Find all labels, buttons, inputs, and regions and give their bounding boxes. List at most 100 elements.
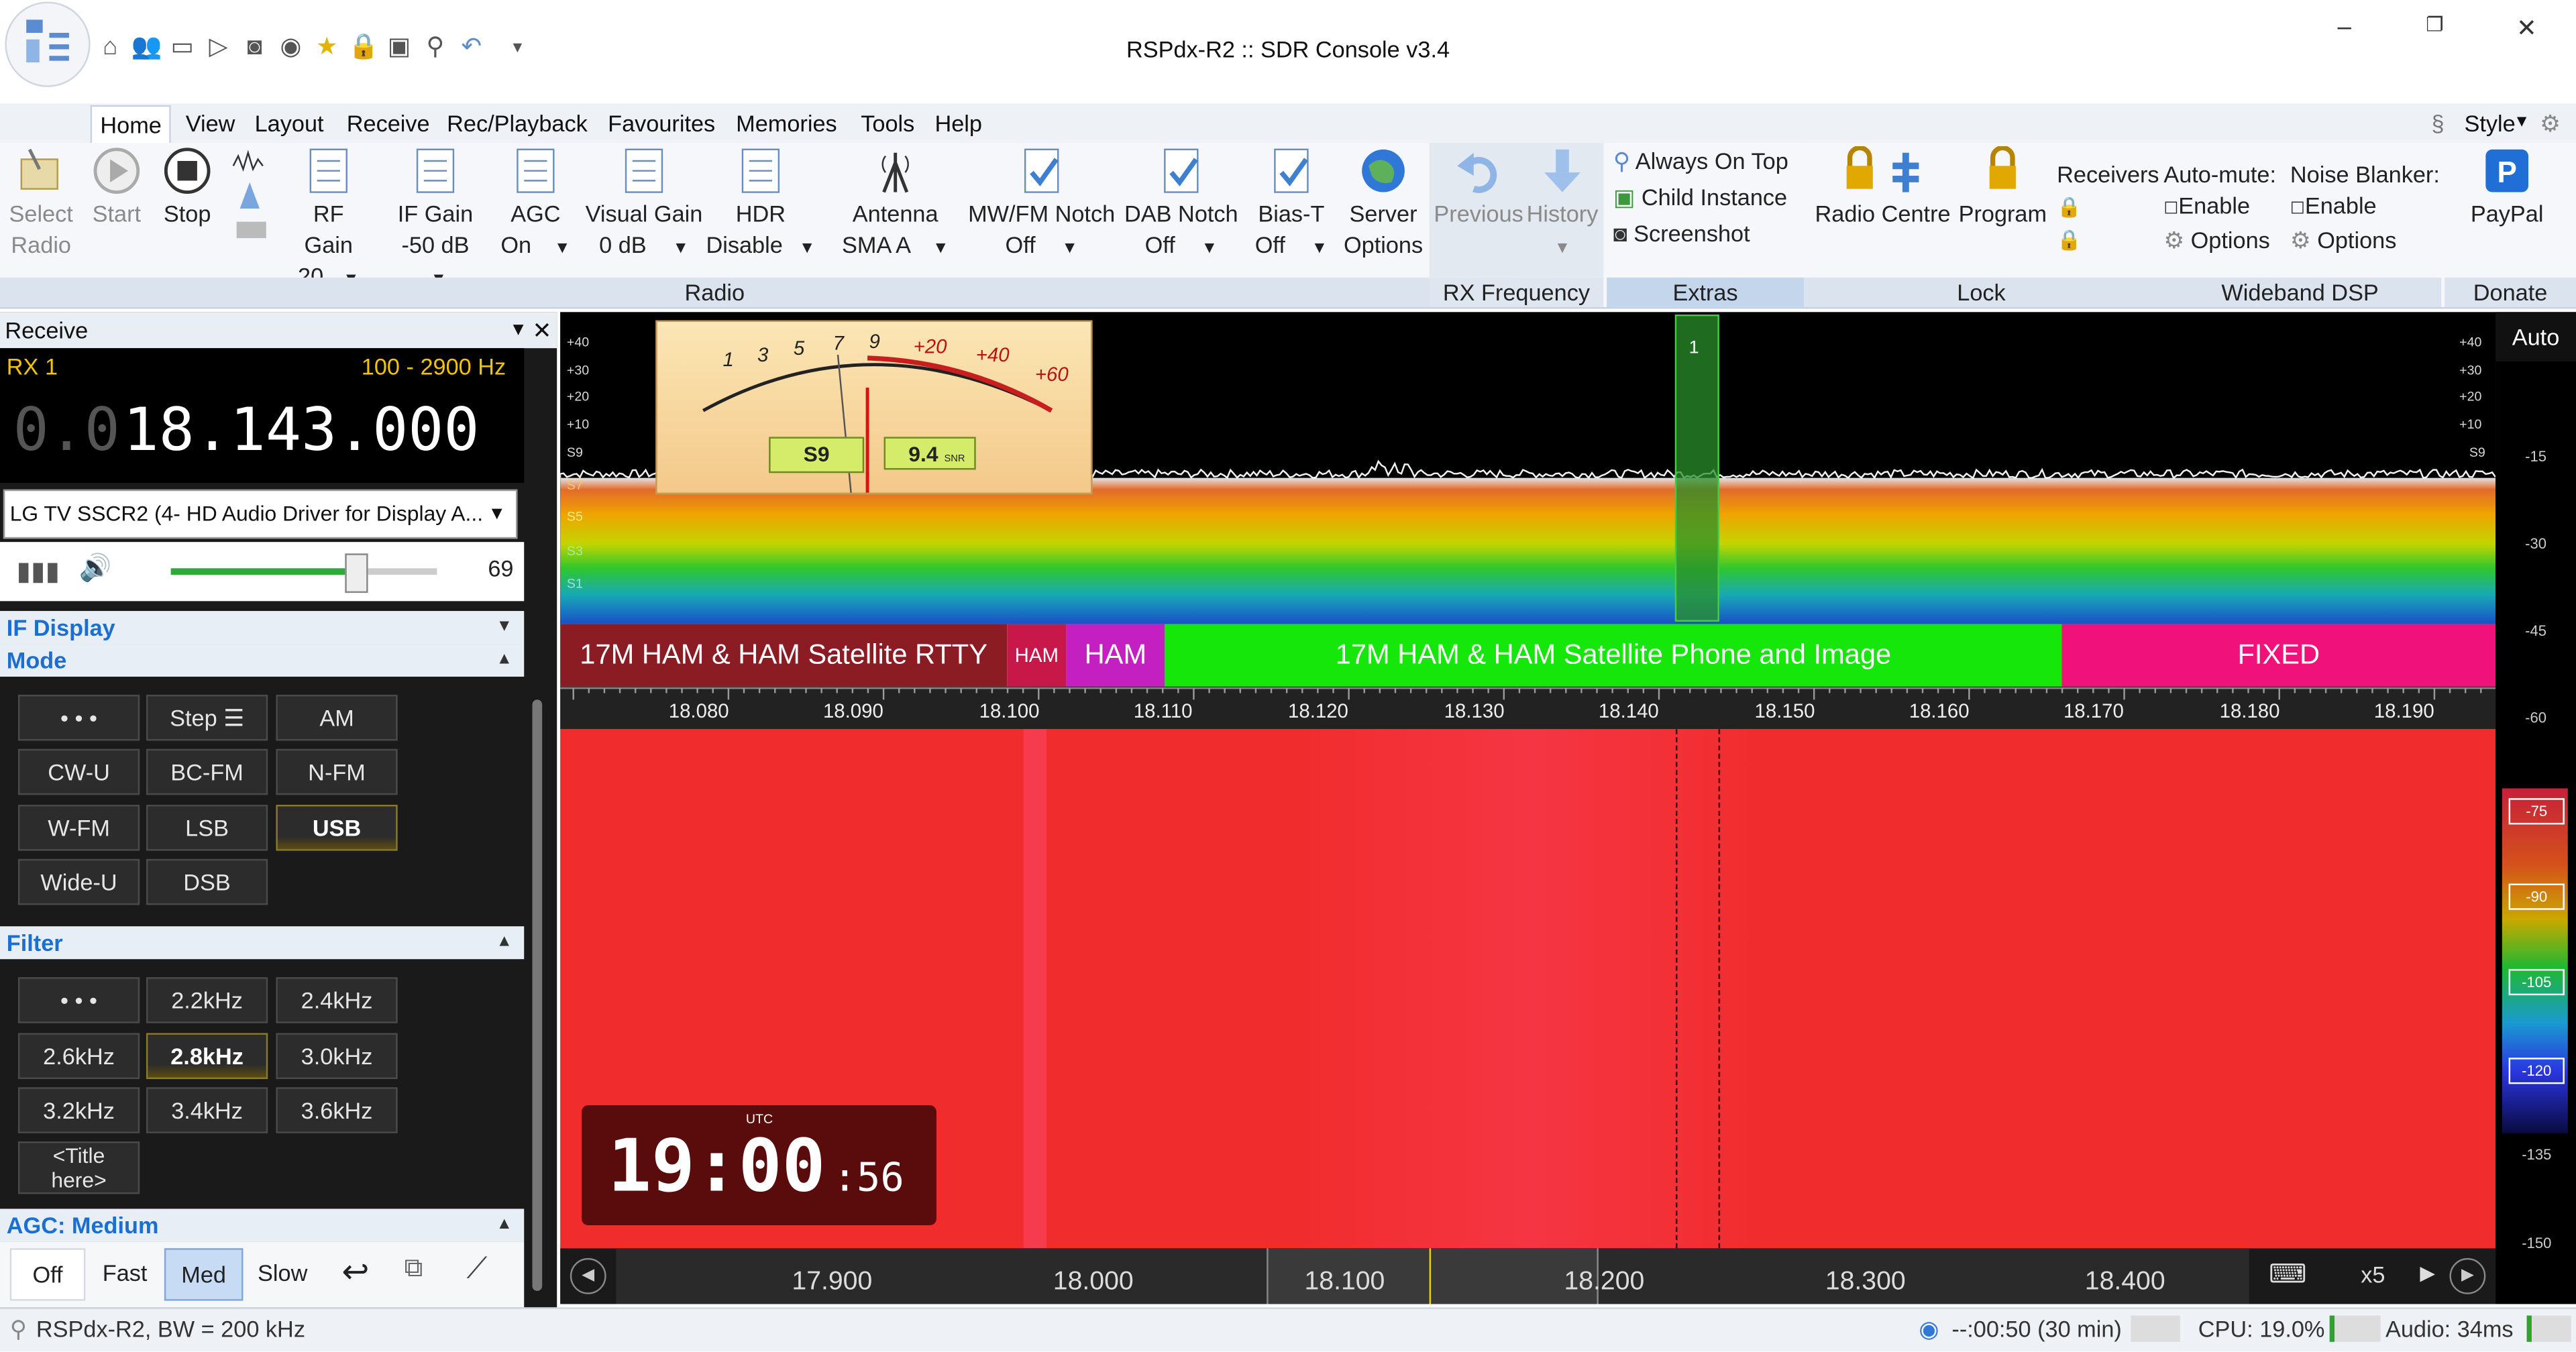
settings-gear-icon[interactable]: ⚙	[2540, 110, 2561, 138]
filter-2-2khz-button[interactable]: 2.2kHz	[146, 977, 268, 1023]
panel-dropdown-icon[interactable]: ▼	[509, 312, 527, 348]
undo-arrow-icon[interactable]: ↩	[341, 1251, 369, 1292]
mode-more-button[interactable]: • • •	[17, 694, 140, 741]
filter-3-2khz-button[interactable]: 3.2kHz	[17, 1087, 140, 1133]
scroll-right-icon[interactable]: ▶	[2449, 1257, 2486, 1294]
volume-slider[interactable]	[170, 553, 437, 594]
menu-home[interactable]: Home	[90, 105, 172, 145]
if-gain-button[interactable]: IF Gain-50 dB ▼	[391, 146, 480, 296]
frequency-scale[interactable]: 18.080 18.090 18.100 18.110 18.120 18.13…	[560, 686, 2498, 730]
audio-tools-icons[interactable]	[230, 150, 273, 248]
zoom-next-icon[interactable]: ▶	[2420, 1261, 2435, 1284]
overview-scale[interactable]: ◀ 17.900 18.000 18.100 18.200 18.300 18.…	[560, 1248, 2496, 1304]
close-icon[interactable]: ✕	[2502, 13, 2551, 46]
minimize-icon[interactable]: –	[2320, 13, 2369, 46]
menu-memories[interactable]: Memories	[736, 110, 837, 136]
filter-2-8khz-button[interactable]: 2.8kHz	[146, 1033, 268, 1079]
menu-help[interactable]: Help	[934, 110, 982, 136]
mode-cwu-button[interactable]: CW-U	[17, 748, 140, 795]
receivers-button[interactable]: Receivers 🔒 🔒	[2057, 160, 2159, 256]
mode-wfm-button[interactable]: W-FM	[17, 805, 140, 851]
filter-more-button[interactable]: • • •	[17, 977, 140, 1023]
agc-off-button[interactable]: Off	[9, 1248, 86, 1301]
mwfm-notch-button[interactable]: MW/FM Notch Off ▼	[963, 146, 1120, 264]
automute-checkbox[interactable]: ☐	[2163, 201, 2178, 219]
rf-gain-button[interactable]: RF Gain20 ▼	[286, 146, 371, 296]
restore-icon[interactable]: ❐	[2410, 13, 2459, 46]
speaker-icon[interactable]: 🔊	[79, 552, 112, 585]
filter-3-0khz-button[interactable]: 3.0kHz	[276, 1033, 398, 1079]
mode-section[interactable]: Mode ▲	[0, 644, 525, 677]
radio-centre-button[interactable]: Radio Centre	[1814, 146, 1952, 230]
if-display-section[interactable]: IF Display ▼	[0, 611, 525, 644]
program-button[interactable]: Program	[1955, 146, 2050, 230]
filter-3-4khz-button[interactable]: 3.4kHz	[146, 1087, 268, 1133]
style-menu[interactable]: Style	[2464, 110, 2515, 136]
filter-3-6khz-button[interactable]: 3.6kHz	[276, 1087, 398, 1133]
menu-tools[interactable]: Tools	[861, 110, 914, 136]
band-rtty[interactable]: 17M HAM & HAM Satellite RTTY	[560, 624, 1008, 687]
overview-bar[interactable]: 17.900 18.000 18.100 18.200 18.300 18.40…	[616, 1248, 2249, 1304]
child-instance-button[interactable]: ▣ Child Instance	[1613, 182, 1787, 214]
mode-nfm-button[interactable]: N-FM	[276, 748, 398, 795]
agc-button[interactable]: AGC On ▼	[498, 146, 574, 264]
noise-blanker-enable[interactable]: Enable	[2305, 192, 2377, 219]
band-ham-1[interactable]: HAM	[1007, 624, 1067, 687]
menu-rec-playback[interactable]: Rec/Playback	[447, 110, 588, 136]
panel-scrollbar[interactable]	[532, 699, 543, 1291]
agc-settings-icon[interactable]: ⧉	[404, 1255, 423, 1284]
style-dropdown-icon[interactable]: ▼	[2514, 113, 2530, 131]
filter-section[interactable]: Filter ▲	[0, 926, 525, 960]
filter-2-6khz-button[interactable]: 2.6kHz	[17, 1033, 140, 1079]
band-phone-image[interactable]: 17M HAM & HAM Satellite Phone and Image	[1165, 624, 2062, 687]
dab-notch-button[interactable]: DAB Notch Off ▼	[1120, 146, 1242, 264]
volume-thumb[interactable]	[344, 553, 368, 594]
levels-icon[interactable]: ▮▮▮	[16, 555, 60, 588]
graph-icon[interactable]: ⟋	[467, 1251, 488, 1286]
automute-enable[interactable]: Enable	[2178, 192, 2250, 219]
mode-lsb-button[interactable]: LSB	[146, 805, 268, 851]
menu-layout[interactable]: Layout	[255, 110, 324, 136]
band-ham-2[interactable]: HAM	[1066, 624, 1165, 687]
menu-receive[interactable]: Receive	[347, 110, 430, 136]
agc-fast-button[interactable]: Fast	[89, 1248, 161, 1297]
mode-step-button[interactable]: Step ☰	[146, 694, 268, 741]
automute-options[interactable]: Options	[2191, 227, 2270, 253]
mode-am-button[interactable]: AM	[276, 694, 398, 741]
audio-device-select[interactable]: LG TV SSCR2 (4- HD Audio Driver for Disp…	[3, 489, 518, 539]
bias-t-button[interactable]: Bias-T Off ▼	[1245, 146, 1337, 264]
visual-gain-button[interactable]: Visual Gain 0 dB ▼	[583, 146, 704, 264]
mode-dsb-button[interactable]: DSB	[146, 858, 268, 905]
always-on-top-button[interactable]: ⚲ Always On Top	[1613, 146, 1788, 178]
auto-scale-button[interactable]: Auto	[2496, 312, 2576, 361]
antenna-button[interactable]: Antenna SMA A ▼	[838, 146, 953, 264]
mode-bcfm-button[interactable]: BC-FM	[146, 748, 268, 795]
agc-slow-button[interactable]: Slow	[246, 1248, 319, 1297]
menu-view[interactable]: View	[186, 110, 235, 136]
rx-filter-marker[interactable]	[1674, 314, 1719, 622]
noise-blanker-checkbox[interactable]: ☐	[2290, 201, 2305, 219]
panel-close-icon[interactable]: ✕	[532, 312, 551, 348]
mode-wideu-button[interactable]: Wide-U	[17, 858, 140, 905]
server-options-button[interactable]: Server Options	[1337, 146, 1429, 261]
vfo-display[interactable]: RX 1 100 - 2900 Hz 0.0 18.143.000	[0, 348, 525, 484]
screenshot-button[interactable]: ◙ Screenshot	[1613, 219, 1750, 250]
keyboard-icon[interactable]: ⌨	[2269, 1258, 2307, 1291]
agc-section[interactable]: AGC: Medium ▲	[0, 1208, 525, 1242]
scroll-left-icon[interactable]: ◀	[570, 1257, 606, 1294]
s-meter[interactable]: 1 3 5 7 9 +20 +40 +60 S9 9.4 SNR	[655, 320, 1093, 495]
select-radio-button[interactable]: Select Radio	[7, 146, 76, 261]
db-scale-bar[interactable]: Auto -15 -30 -45 -60 -75 -90 -105 -120 -…	[2496, 312, 2576, 1304]
spectrum-display[interactable]: +40 +30 +20 +10 S9 S7 S5 S3 S1 +40 +30 +…	[560, 312, 2496, 624]
previous-button[interactable]: Previous	[1433, 146, 1525, 230]
filter-2-4khz-button[interactable]: 2.4kHz	[276, 977, 398, 1023]
hdr-button[interactable]: HDR Disable ▼	[702, 146, 820, 264]
frequency-display[interactable]: 18.143.000	[123, 398, 480, 465]
zoom-level[interactable]: x5	[2361, 1261, 2385, 1288]
history-button[interactable]: History ▼	[1525, 146, 1601, 264]
filter-custom-button[interactable]: <Title here>	[17, 1141, 140, 1194]
mode-usb-button[interactable]: USB	[276, 805, 398, 851]
noise-blanker-options[interactable]: Options	[2317, 227, 2396, 253]
start-button[interactable]: Start	[89, 146, 144, 230]
agc-med-button[interactable]: Med	[164, 1248, 244, 1301]
